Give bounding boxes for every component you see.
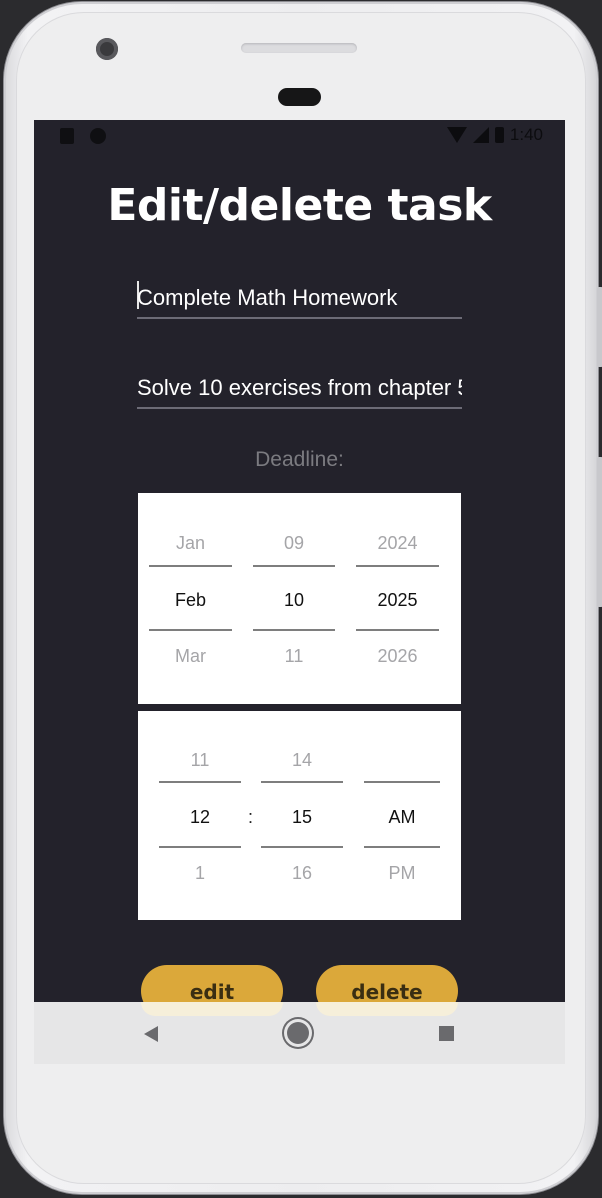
divider	[253, 629, 335, 631]
divider	[149, 629, 232, 631]
divider	[261, 846, 343, 848]
task-name-value: Complete Math Homework	[137, 285, 398, 310]
day-wheel[interactable]: 09 10 11	[253, 493, 335, 704]
minute-next[interactable]: 16	[261, 863, 343, 884]
month-selected[interactable]: Feb	[149, 590, 232, 611]
day-selected[interactable]: 10	[253, 590, 335, 611]
edit-button-overflow[interactable]	[141, 1002, 283, 1016]
month-prev[interactable]: Jan	[149, 533, 232, 554]
time-separator: :	[248, 807, 254, 827]
status-bar: 1:40	[34, 120, 565, 150]
deadline-label: Deadline:	[255, 448, 344, 471]
front-camera	[96, 38, 118, 60]
earpiece-speaker	[241, 43, 357, 53]
task-description-value: Solve 10 exercises from chapter 5	[137, 375, 462, 400]
task-name-input[interactable]: Complete Math Homework	[137, 277, 462, 319]
month-wheel[interactable]: Jan Feb Mar	[149, 493, 232, 704]
divider	[356, 565, 439, 567]
system-nav-bar	[34, 1002, 565, 1064]
task-description-input[interactable]: Solve 10 exercises from chapter 5	[137, 367, 462, 409]
divider	[149, 565, 232, 567]
day-prev[interactable]: 09	[253, 533, 335, 554]
minute-wheel[interactable]: 14 15 16	[261, 711, 343, 920]
volume-button	[597, 457, 602, 607]
home-icon[interactable]	[287, 1022, 309, 1044]
status-time: 1:40	[509, 125, 543, 144]
ampm-selected[interactable]: AM	[364, 807, 440, 828]
divider	[253, 565, 335, 567]
year-next[interactable]: 2026	[356, 646, 439, 667]
proximity-sensor	[278, 88, 321, 106]
divider	[261, 781, 343, 783]
divider	[364, 781, 440, 783]
year-selected[interactable]: 2025	[356, 590, 439, 611]
day-next[interactable]: 11	[253, 646, 335, 667]
date-picker[interactable]: Jan Feb Mar 09 10 11 2024 2025 2026	[138, 493, 461, 704]
ampm-next[interactable]: PM	[364, 863, 440, 884]
cell-signal-icon	[472, 127, 489, 143]
time-picker[interactable]: 11 12 1 : 14 15 16 AM PM	[138, 711, 461, 920]
wifi-icon	[446, 127, 467, 143]
year-prev[interactable]: 2024	[356, 533, 439, 554]
month-next[interactable]: Mar	[149, 646, 232, 667]
power-button	[597, 287, 602, 367]
divider	[364, 846, 440, 848]
year-wheel[interactable]: 2024 2025 2026	[356, 493, 439, 704]
minute-selected[interactable]: 15	[261, 807, 343, 828]
recent-apps-icon[interactable]	[439, 1026, 454, 1041]
delete-button[interactable]: delete	[316, 965, 458, 1002]
hour-next[interactable]: 1	[159, 863, 241, 884]
hour-wheel[interactable]: 11 12 1	[159, 711, 241, 920]
edit-button[interactable]: edit	[141, 965, 283, 1002]
back-icon[interactable]	[144, 1026, 158, 1042]
divider	[356, 629, 439, 631]
hour-prev[interactable]: 11	[159, 750, 241, 771]
hour-selected[interactable]: 12	[159, 807, 241, 828]
divider	[159, 846, 241, 848]
app-screen: 1:40 Edit/delete task Complete Math Home…	[34, 120, 565, 1002]
ampm-wheel[interactable]: AM PM	[364, 711, 440, 920]
minute-prev[interactable]: 14	[261, 750, 343, 771]
page-title: Edit/delete task	[107, 180, 492, 231]
battery-icon	[494, 127, 504, 143]
delete-button-overflow[interactable]	[316, 1002, 458, 1016]
divider	[159, 781, 241, 783]
notification-dot-icon	[90, 128, 106, 144]
sd-card-icon	[60, 128, 74, 144]
